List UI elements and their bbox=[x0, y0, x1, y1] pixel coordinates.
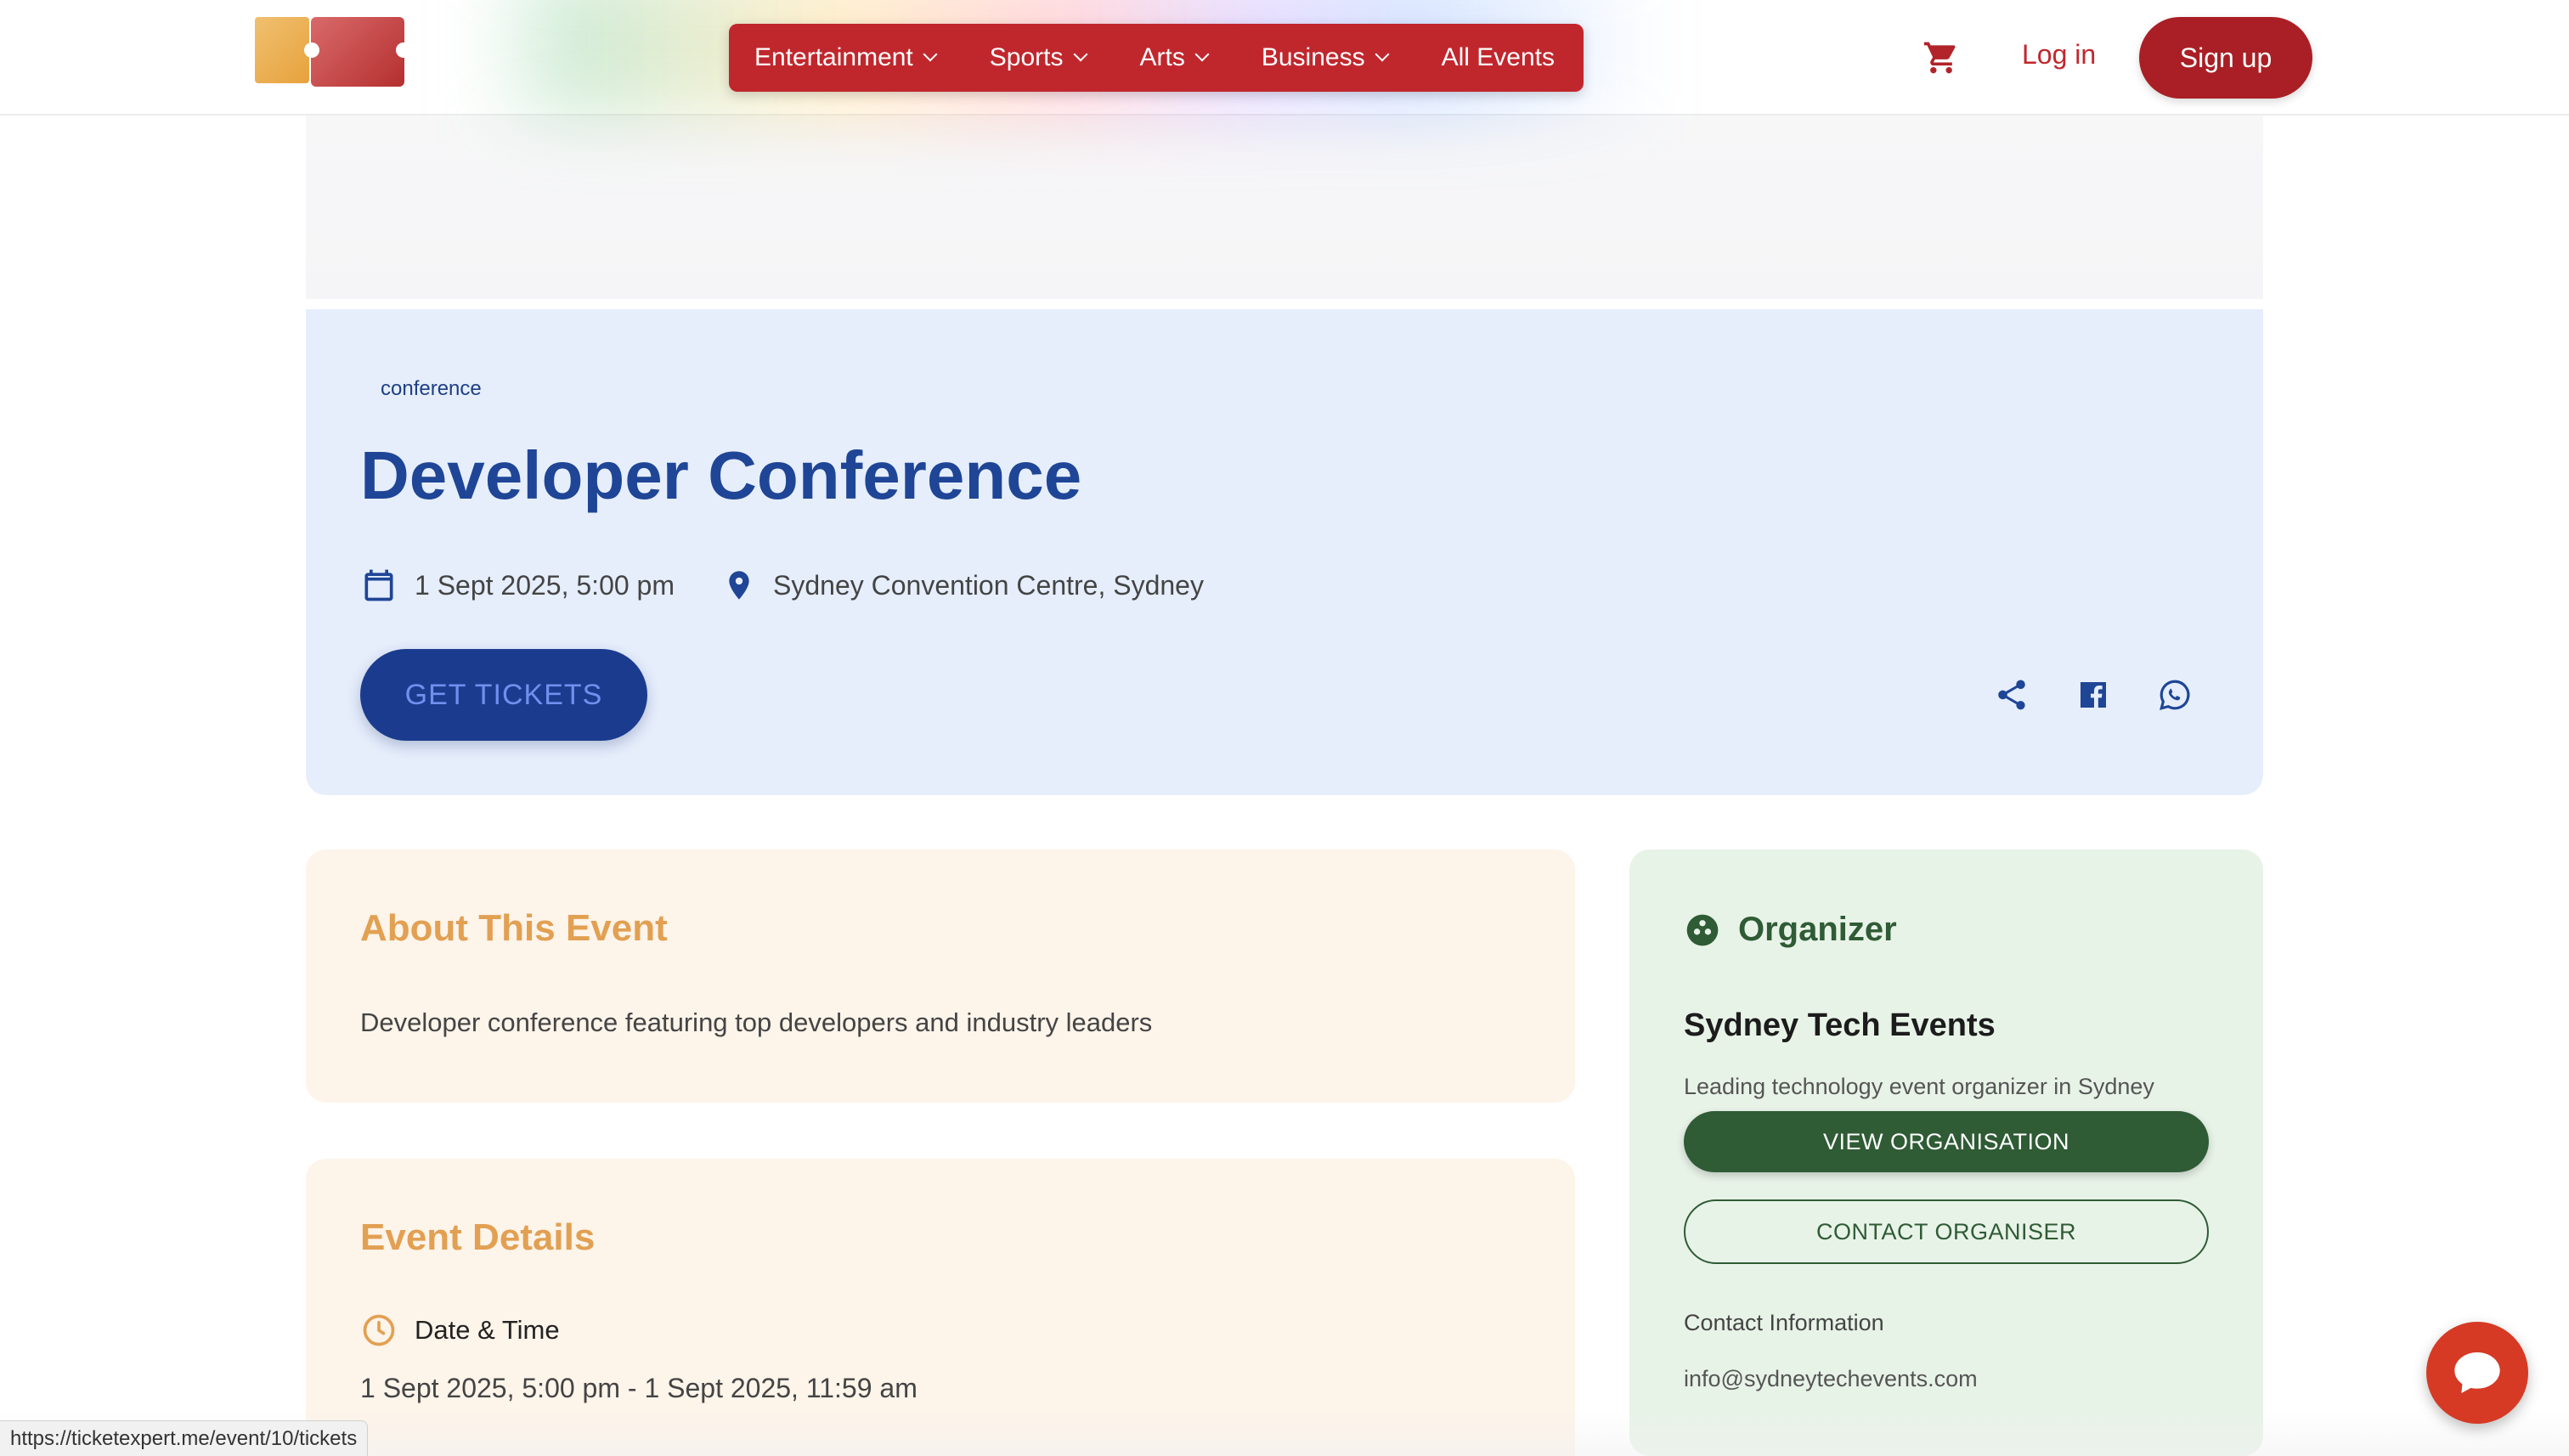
organizer-email[interactable]: info@sydneytechevents.com bbox=[1684, 1366, 1978, 1392]
facebook-icon[interactable] bbox=[2075, 676, 2112, 714]
get-tickets-button[interactable]: GET TICKETS bbox=[360, 649, 647, 741]
nav-all-events[interactable]: All Events bbox=[1442, 43, 1555, 72]
nav-entertainment[interactable]: Entertainment bbox=[754, 43, 938, 72]
site-logo[interactable] bbox=[255, 17, 411, 87]
chevron-down-icon bbox=[1073, 47, 1087, 62]
nav-entertainment-label: Entertainment bbox=[754, 43, 913, 71]
nav-all-events-label: All Events bbox=[1441, 43, 1555, 71]
nav-arts-label: Arts bbox=[1139, 43, 1185, 71]
about-description: Developer conference featuring top devel… bbox=[360, 1007, 1153, 1037]
event-datetime: 1 Sept 2025, 5:00 pm bbox=[415, 569, 675, 601]
datetime-value: 1 Sept 2025, 5:00 pm - 1 Sept 2025, 11:5… bbox=[360, 1373, 918, 1403]
nav-sports-label: Sports bbox=[989, 43, 1064, 71]
event-venue: Sydney Convention Centre, Sydney bbox=[773, 569, 1204, 601]
about-heading: About This Event bbox=[360, 907, 668, 949]
event-banner: conference Developer Conference 1 Sept 2… bbox=[306, 309, 2263, 795]
nav-business[interactable]: Business bbox=[1261, 43, 1390, 72]
organizer-icon bbox=[1684, 911, 1721, 949]
chevron-down-icon bbox=[1375, 47, 1390, 62]
contact-organiser-button[interactable]: CONTACT ORGANISER bbox=[1684, 1199, 2209, 1264]
site-header: Entertainment Sports Arts Business All E… bbox=[0, 0, 2569, 119]
cart-icon[interactable] bbox=[1922, 39, 1961, 76]
contact-info-label: Contact Information bbox=[1684, 1310, 1884, 1335]
nav-business-label: Business bbox=[1261, 43, 1365, 71]
clock-icon bbox=[360, 1312, 398, 1349]
chat-button[interactable] bbox=[2426, 1322, 2528, 1424]
event-meta: 1 Sept 2025, 5:00 pm Sydney Convention C… bbox=[360, 566, 1204, 605]
location-pin-icon bbox=[722, 567, 756, 604]
organizer-heading-row: Organizer bbox=[1684, 911, 1897, 949]
nav-arts[interactable]: Arts bbox=[1139, 43, 1210, 72]
details-heading: Event Details bbox=[360, 1216, 596, 1258]
chevron-down-icon bbox=[1194, 47, 1210, 62]
datetime-row: Date & Time bbox=[360, 1312, 560, 1349]
login-link[interactable]: Log in bbox=[2022, 39, 2096, 71]
status-bar-url: https://ticketexpert.me/event/10/tickets bbox=[0, 1420, 369, 1456]
share-icon[interactable] bbox=[1993, 676, 2030, 714]
share-actions bbox=[1993, 676, 2194, 714]
about-card: About This Event Developer conference fe… bbox=[306, 849, 1575, 1103]
main-nav: Entertainment Sports Arts Business All E… bbox=[729, 24, 1584, 92]
organizer-heading: Organizer bbox=[1738, 911, 1897, 948]
organizer-description: Leading technology event organizer in Sy… bbox=[1684, 1074, 2154, 1099]
datetime-label: Date & Time bbox=[415, 1315, 560, 1345]
event-title: Developer Conference bbox=[360, 437, 1082, 513]
nav-sports[interactable]: Sports bbox=[989, 43, 1087, 72]
category-tag[interactable]: conference bbox=[381, 377, 482, 401]
view-organisation-button[interactable]: VIEW ORGANISATION bbox=[1684, 1111, 2209, 1172]
event-hero-image bbox=[306, 116, 2263, 299]
chat-bubble-icon bbox=[2454, 1352, 2500, 1393]
signup-button[interactable]: Sign up bbox=[2139, 17, 2312, 99]
event-details-card: Event Details Date & Time 1 Sept 2025, 5… bbox=[306, 1159, 1575, 1456]
organizer-name: Sydney Tech Events bbox=[1684, 1007, 1996, 1043]
calendar-icon bbox=[360, 566, 398, 605]
organizer-card: Organizer Sydney Tech Events Leading tec… bbox=[1629, 849, 2263, 1456]
whatsapp-icon[interactable] bbox=[2156, 676, 2194, 714]
chevron-down-icon bbox=[923, 47, 938, 62]
